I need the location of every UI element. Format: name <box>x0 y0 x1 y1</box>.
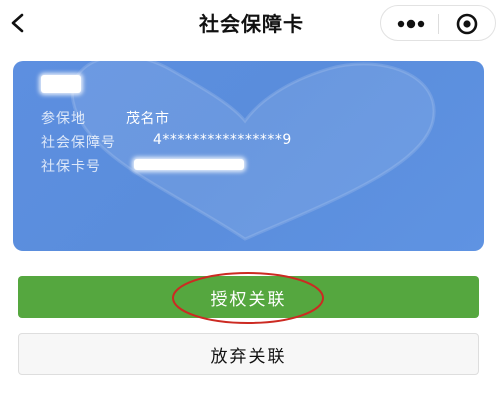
more-button[interactable] <box>389 10 433 38</box>
authorize-link-label: 授权关联 <box>210 289 287 310</box>
card-number-label: 社保卡号 <box>41 159 101 175</box>
name-redaction <box>41 75 81 93</box>
social-security-card: 参保地 茂名市 社会保障号 4****************9 社保卡号 <box>13 61 484 251</box>
card-number-redaction <box>134 159 244 170</box>
close-mini-program-button[interactable] <box>445 10 489 38</box>
mini-program-capsule <box>380 5 496 41</box>
more-dots-icon <box>397 19 425 29</box>
page: 社会保障卡 参保地 茂名市 社会保障号 4****************9 社… <box>0 0 503 401</box>
city-value: 茂名市 <box>126 111 170 127</box>
city-label: 参保地 <box>41 111 86 127</box>
authorize-link-button[interactable]: 授权关联 <box>18 276 479 318</box>
ssn-label: 社会保障号 <box>41 135 116 151</box>
abandon-link-button[interactable]: 放弃关联 <box>18 333 479 375</box>
ssn-value: 4****************9 <box>153 132 292 148</box>
capsule-divider <box>438 14 439 34</box>
nav-bar: 社会保障卡 <box>0 0 503 46</box>
target-icon <box>456 13 478 35</box>
abandon-link-label: 放弃关联 <box>210 346 287 367</box>
